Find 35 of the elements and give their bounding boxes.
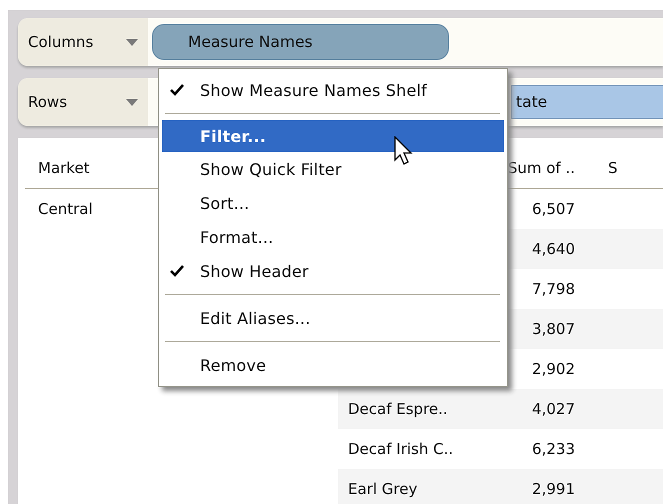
menu-item-label[interactable]: Show Header: [200, 262, 309, 280]
menu-item[interactable]: Sort...: [162, 186, 504, 220]
menu-item[interactable]: Show Header: [162, 254, 504, 288]
dropdown-caret-icon[interactable]: [126, 38, 138, 46]
table-cell: 6,507: [532, 200, 575, 218]
table-cell: 4,640: [532, 240, 575, 258]
shelf-label-text: Rows: [28, 93, 68, 111]
menu-item[interactable]: Edit Aliases...: [162, 301, 504, 335]
table-cell: Decaf Irish C..: [348, 440, 454, 458]
table-cell: 7,798: [532, 280, 575, 298]
menu-item[interactable]: Show Measure Names Shelf: [162, 73, 504, 107]
table-cell: 2,991: [532, 480, 575, 498]
column-header[interactable]: S: [600, 159, 663, 177]
dropdown-caret-icon[interactable]: [126, 98, 138, 106]
menu-item-label[interactable]: Remove: [200, 356, 266, 374]
menu-item[interactable]: Remove: [162, 348, 504, 382]
table-cell: 6,233: [532, 440, 575, 458]
menu-item[interactable]: Show Quick Filter: [162, 152, 504, 186]
table-cell: Decaf Espre..: [348, 400, 448, 418]
menu-item-label[interactable]: Edit Aliases...: [200, 308, 310, 328]
table-cell: Earl Grey: [348, 480, 418, 498]
menu-item-label[interactable]: Show Measure Names Shelf: [200, 80, 427, 100]
menu-item[interactable]: Filter...: [162, 120, 504, 152]
shelf-label-text: Columns: [28, 33, 94, 51]
menu-item-label[interactable]: Sort...: [200, 194, 250, 212]
table-cell: Central: [38, 200, 93, 218]
menu-item-label[interactable]: Format...: [200, 228, 274, 246]
table-cell: 3,807: [532, 320, 575, 338]
field-pill[interactable]: tate: [511, 85, 663, 119]
menu-item-label[interactable]: Filter...: [200, 126, 266, 146]
field-pill[interactable]: Measure Names: [152, 24, 449, 60]
table-cell: 4,027: [532, 400, 575, 418]
menu-item-label[interactable]: Show Quick Filter: [200, 160, 342, 178]
menu-item[interactable]: Format...: [162, 220, 504, 254]
table-cell: 2,902: [532, 360, 575, 378]
